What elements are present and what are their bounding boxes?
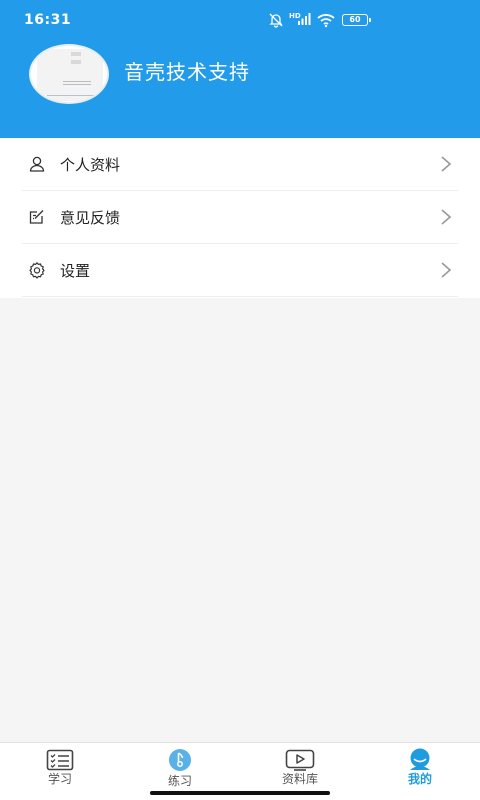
menu-item-label: 个人资料: [60, 155, 121, 174]
menu-item-label: 意见反馈: [60, 208, 121, 227]
chevron-right-icon: [441, 209, 452, 225]
signal-icon: [298, 13, 311, 25]
menu-item-settings[interactable]: 设置: [22, 244, 458, 297]
tab-label: 练习: [167, 774, 192, 788]
profile-name: 音壳技术支持: [124, 60, 250, 84]
gear-icon: [27, 260, 47, 280]
chevron-right-icon: [441, 262, 452, 278]
avatar-image: [37, 49, 103, 101]
status-bar: 16:31 HD 60: [0, 0, 480, 40]
menu-item-profile[interactable]: 个人资料: [22, 138, 458, 191]
avatar[interactable]: [29, 44, 109, 104]
chevron-right-icon: [441, 156, 452, 172]
status-time: 16:31: [24, 12, 72, 28]
menu-item-feedback[interactable]: 意见反馈: [22, 191, 458, 244]
wifi-icon: [317, 14, 335, 28]
mute-bell-icon: [269, 13, 283, 28]
tab-mine[interactable]: 我的: [360, 743, 480, 800]
feedback-icon: [27, 207, 47, 227]
menu-item-label: 设置: [60, 261, 91, 280]
home-indicator[interactable]: [150, 791, 330, 795]
video-icon: [285, 748, 315, 772]
user-icon: [27, 154, 47, 174]
tab-label: 学习: [47, 772, 72, 786]
tab-label: 资料库: [281, 772, 318, 786]
profile-header: 16:31 HD 60 音壳技术支持: [0, 0, 480, 138]
settings-menu: 个人资料 意见反馈 设置: [0, 138, 480, 298]
battery-icon: 60: [342, 14, 371, 26]
person-icon: [405, 748, 435, 772]
tab-study[interactable]: 学习: [0, 743, 120, 800]
music-note-icon: [165, 748, 195, 772]
tab-label: 我的: [407, 772, 432, 786]
checklist-icon: [45, 748, 75, 772]
